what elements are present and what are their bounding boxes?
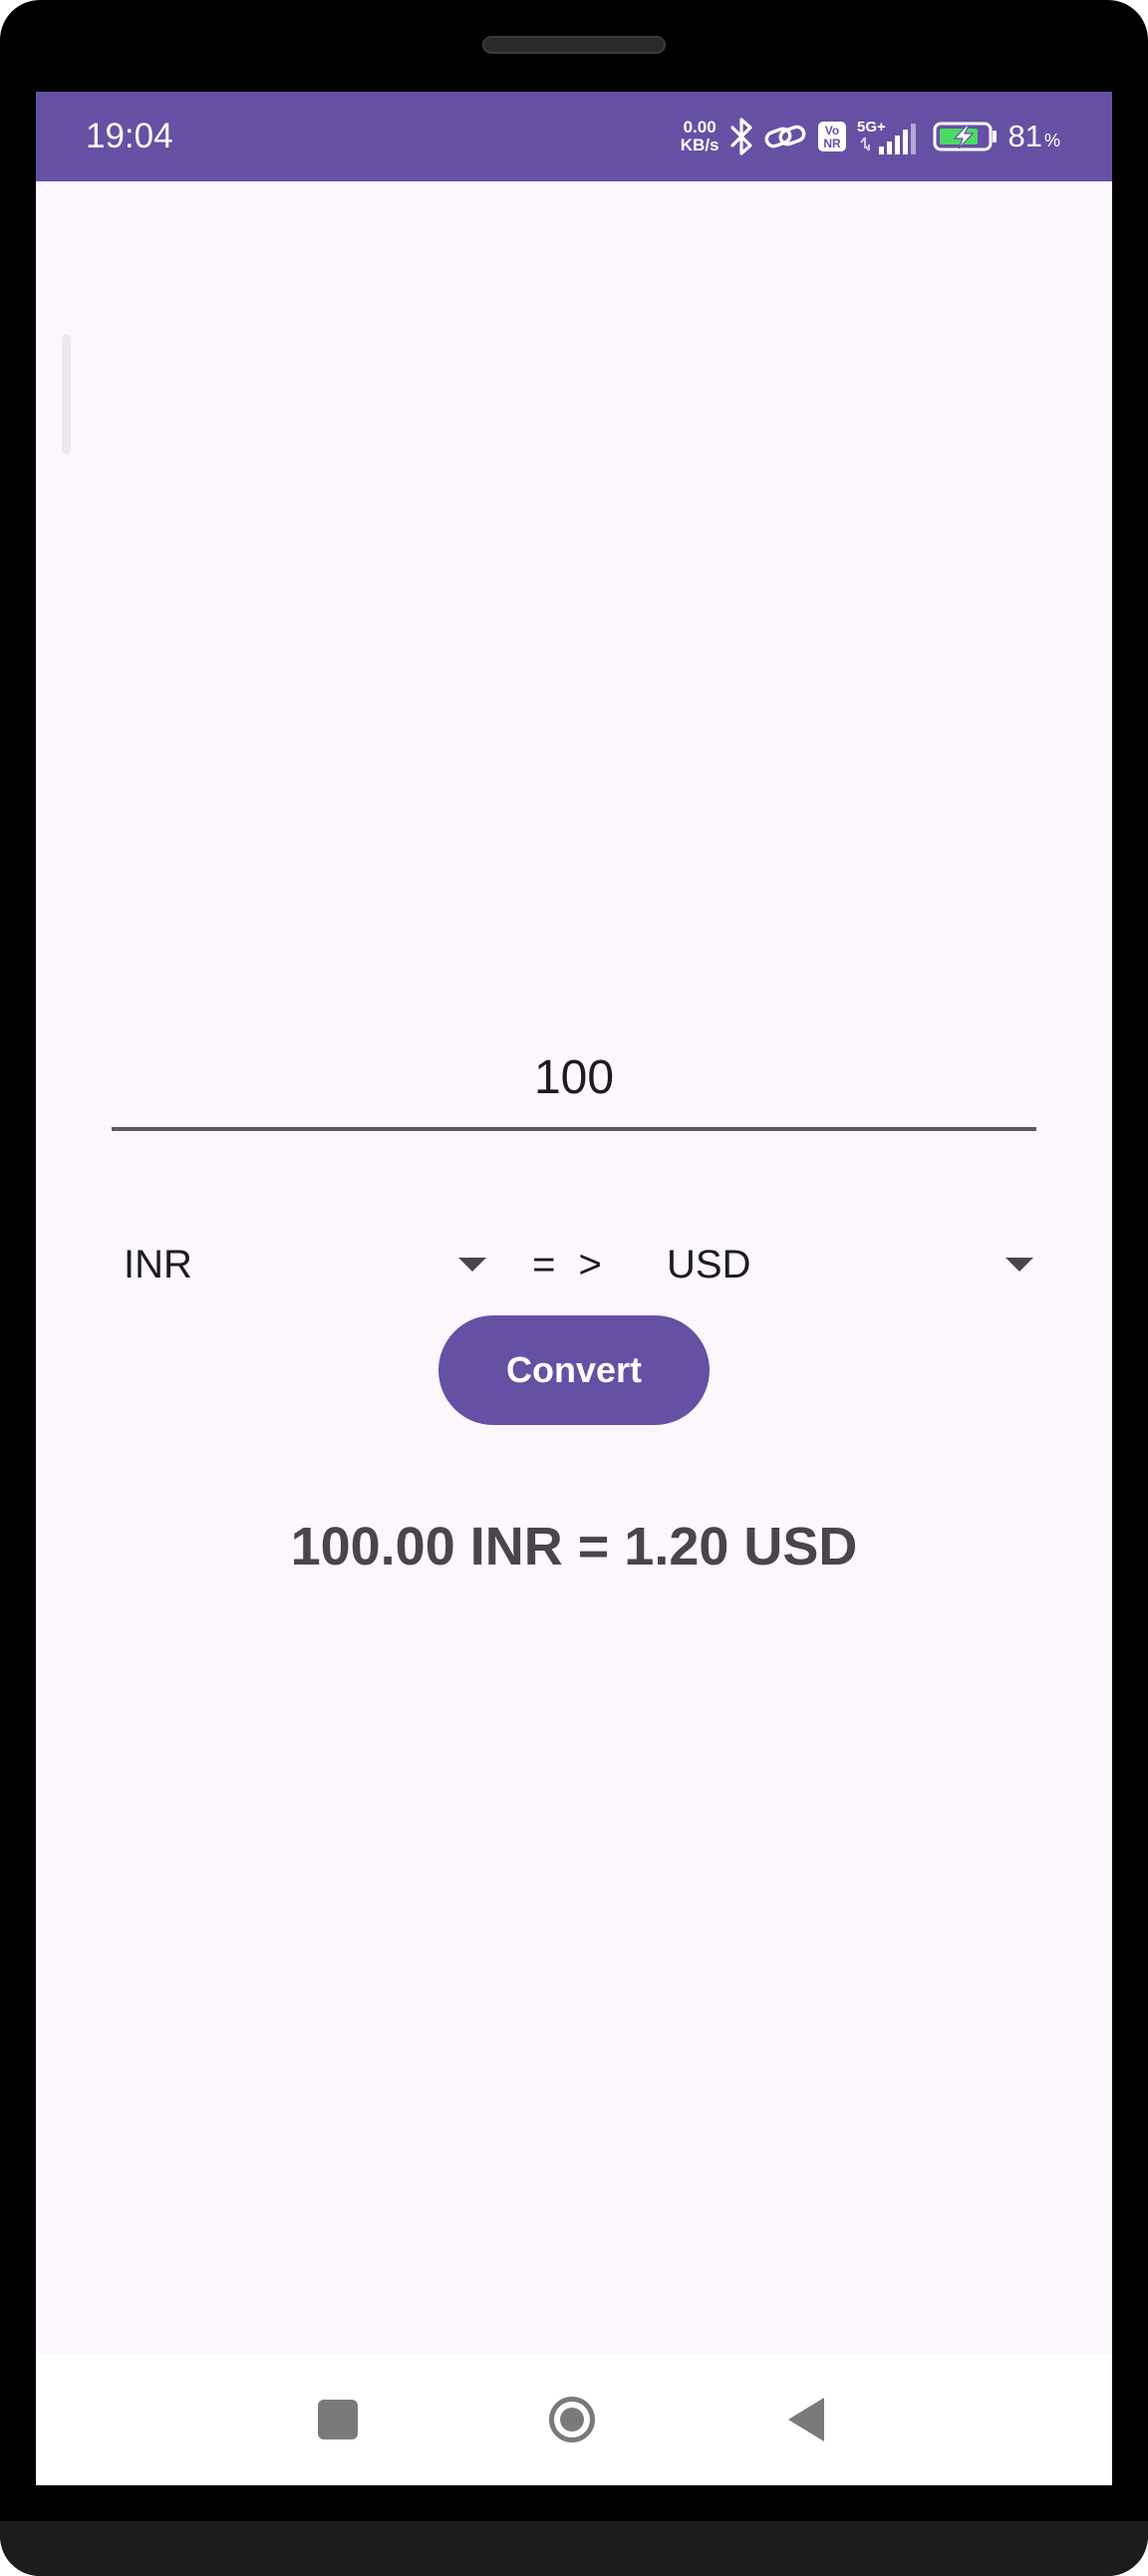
battery-percent-value: 81 (1007, 119, 1042, 153)
from-currency-spinner[interactable]: INR (124, 1228, 498, 1301)
bluetooth-icon (729, 118, 752, 155)
home-button[interactable] (512, 2354, 632, 2485)
app-screen: 19:04 0.00 KB/s Vo NR 5G+ 81 % 100 INR =… (36, 92, 1112, 2485)
network-speed: 0.00 KB/s (681, 119, 719, 154)
convert-button[interactable]: Convert (438, 1315, 710, 1425)
status-bar: 19:04 0.00 KB/s Vo NR 5G+ 81 % (36, 92, 1112, 181)
scroll-indicator (62, 335, 71, 454)
volte-icon: Vo NR (817, 122, 846, 151)
home-icon (549, 2397, 595, 2442)
network-type-text: 5G+ (857, 119, 886, 136)
recents-button[interactable] (278, 2354, 398, 2485)
signal-icon: 5G+ (857, 119, 916, 154)
dropdown-arrow-icon (458, 1258, 486, 1272)
link-icon (764, 125, 805, 148)
to-currency-label: USD (667, 1242, 751, 1287)
navigation-bar (36, 2354, 1112, 2485)
status-icons: 0.00 KB/s Vo NR 5G+ 81 % (681, 92, 1060, 181)
from-currency-label: INR (124, 1242, 192, 1287)
recents-icon (318, 2400, 358, 2439)
battery-charging-icon (933, 122, 997, 151)
network-speed-value: 0.00 (683, 118, 717, 137)
phone-frame: 19:04 0.00 KB/s Vo NR 5G+ 81 % 100 INR =… (0, 0, 1148, 2576)
amount-input[interactable]: 100 (112, 1043, 1036, 1131)
volte-bottom-text: NR (823, 137, 841, 150)
back-icon (788, 2398, 824, 2441)
battery-percent-sign: % (1043, 131, 1060, 150)
back-button[interactable] (746, 2354, 866, 2485)
home-icon-dot (560, 2408, 584, 2432)
bottom-bezel (0, 2521, 1148, 2576)
network-speed-unit: KB/s (680, 136, 719, 154)
to-currency-spinner[interactable]: USD (667, 1228, 1045, 1301)
battery-percent: 81% (1008, 119, 1061, 154)
dropdown-arrow-icon (1005, 1258, 1033, 1272)
conversion-arrow: = > (532, 1243, 608, 1287)
earpiece-speaker (482, 36, 666, 54)
status-time: 19:04 (86, 117, 173, 155)
volte-top-text: Vo (824, 124, 838, 138)
conversion-result: 100.00 INR = 1.20 USD (290, 1517, 858, 1576)
